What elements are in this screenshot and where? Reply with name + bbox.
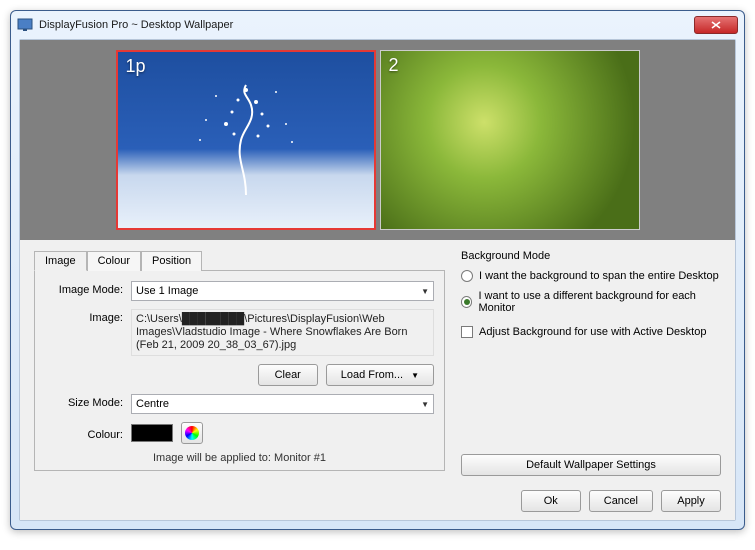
ok-button[interactable]: Ok: [521, 490, 581, 512]
tab-panel-image: Image Mode: Use 1 Image ▼ Image: C:\User…: [34, 270, 445, 471]
clear-button[interactable]: Clear: [258, 364, 318, 386]
monitor-1-preview[interactable]: 1p: [116, 50, 376, 230]
default-wallpaper-settings-button[interactable]: Default Wallpaper Settings: [461, 454, 721, 476]
applied-to-note: Image will be applied to: Monitor #1: [45, 452, 434, 464]
checkbox-active-desktop-label: Adjust Background for use with Active De…: [479, 326, 706, 338]
radio-each-monitor[interactable]: [461, 296, 472, 308]
left-column: Image Colour Position Image Mode: Use 1 …: [34, 250, 445, 512]
image-mode-value: Use 1 Image: [136, 285, 198, 297]
image-mode-select[interactable]: Use 1 Image ▼: [131, 281, 434, 301]
footer-buttons: Default Wallpaper Settings Ok Cancel App…: [461, 454, 721, 512]
size-mode-value: Centre: [136, 398, 169, 410]
colour-wheel-icon: [185, 426, 199, 440]
window-title: DisplayFusion Pro ~ Desktop Wallpaper: [39, 19, 694, 31]
load-from-label: Load From...: [341, 369, 403, 381]
load-from-button[interactable]: Load From... ▼: [326, 364, 434, 386]
monitor-1-label: 1p: [126, 56, 146, 77]
window: DisplayFusion Pro ~ Desktop Wallpaper 1p: [10, 10, 745, 530]
close-button[interactable]: [694, 16, 738, 34]
tab-position[interactable]: Position: [141, 251, 202, 271]
tab-colour[interactable]: Colour: [87, 251, 141, 271]
right-column: Background Mode I want the background to…: [461, 250, 721, 512]
wallpaper-tree-graphic: [186, 80, 306, 200]
colour-label: Colour:: [45, 426, 123, 441]
checkbox-active-desktop[interactable]: [461, 326, 473, 338]
chevron-down-icon: ▼: [421, 400, 429, 409]
radio-span-desktop[interactable]: [461, 270, 473, 282]
apply-button[interactable]: Apply: [661, 490, 721, 512]
radio-each-monitor-label: I want to use a different background for…: [478, 290, 721, 314]
image-path-field[interactable]: C:\Users\████████\Pictures\DisplayFusion…: [131, 309, 434, 356]
monitor-2-preview[interactable]: 2: [380, 50, 640, 230]
tab-strip: Image Colour Position: [34, 250, 445, 270]
client-area: 1p 2 Image: [19, 39, 736, 521]
radio-span-desktop-label: I want the background to span the entire…: [479, 270, 719, 282]
image-label: Image:: [45, 309, 123, 324]
size-mode-label: Size Mode:: [45, 394, 123, 409]
chevron-down-icon: ▼: [411, 371, 419, 380]
size-mode-select[interactable]: Centre ▼: [131, 394, 434, 414]
cancel-button[interactable]: Cancel: [589, 490, 653, 512]
image-mode-label: Image Mode:: [45, 281, 123, 296]
chevron-down-icon: ▼: [421, 287, 429, 296]
tab-image[interactable]: Image: [34, 251, 87, 271]
titlebar: DisplayFusion Pro ~ Desktop Wallpaper: [11, 11, 744, 39]
app-icon: [17, 17, 33, 33]
colour-swatch[interactable]: [131, 424, 173, 442]
background-mode-title: Background Mode: [461, 250, 721, 262]
monitor-2-label: 2: [389, 55, 399, 76]
lower-panel: Image Colour Position Image Mode: Use 1 …: [20, 240, 735, 520]
monitor-preview: 1p 2: [20, 40, 735, 240]
colour-picker-button[interactable]: [181, 422, 203, 444]
